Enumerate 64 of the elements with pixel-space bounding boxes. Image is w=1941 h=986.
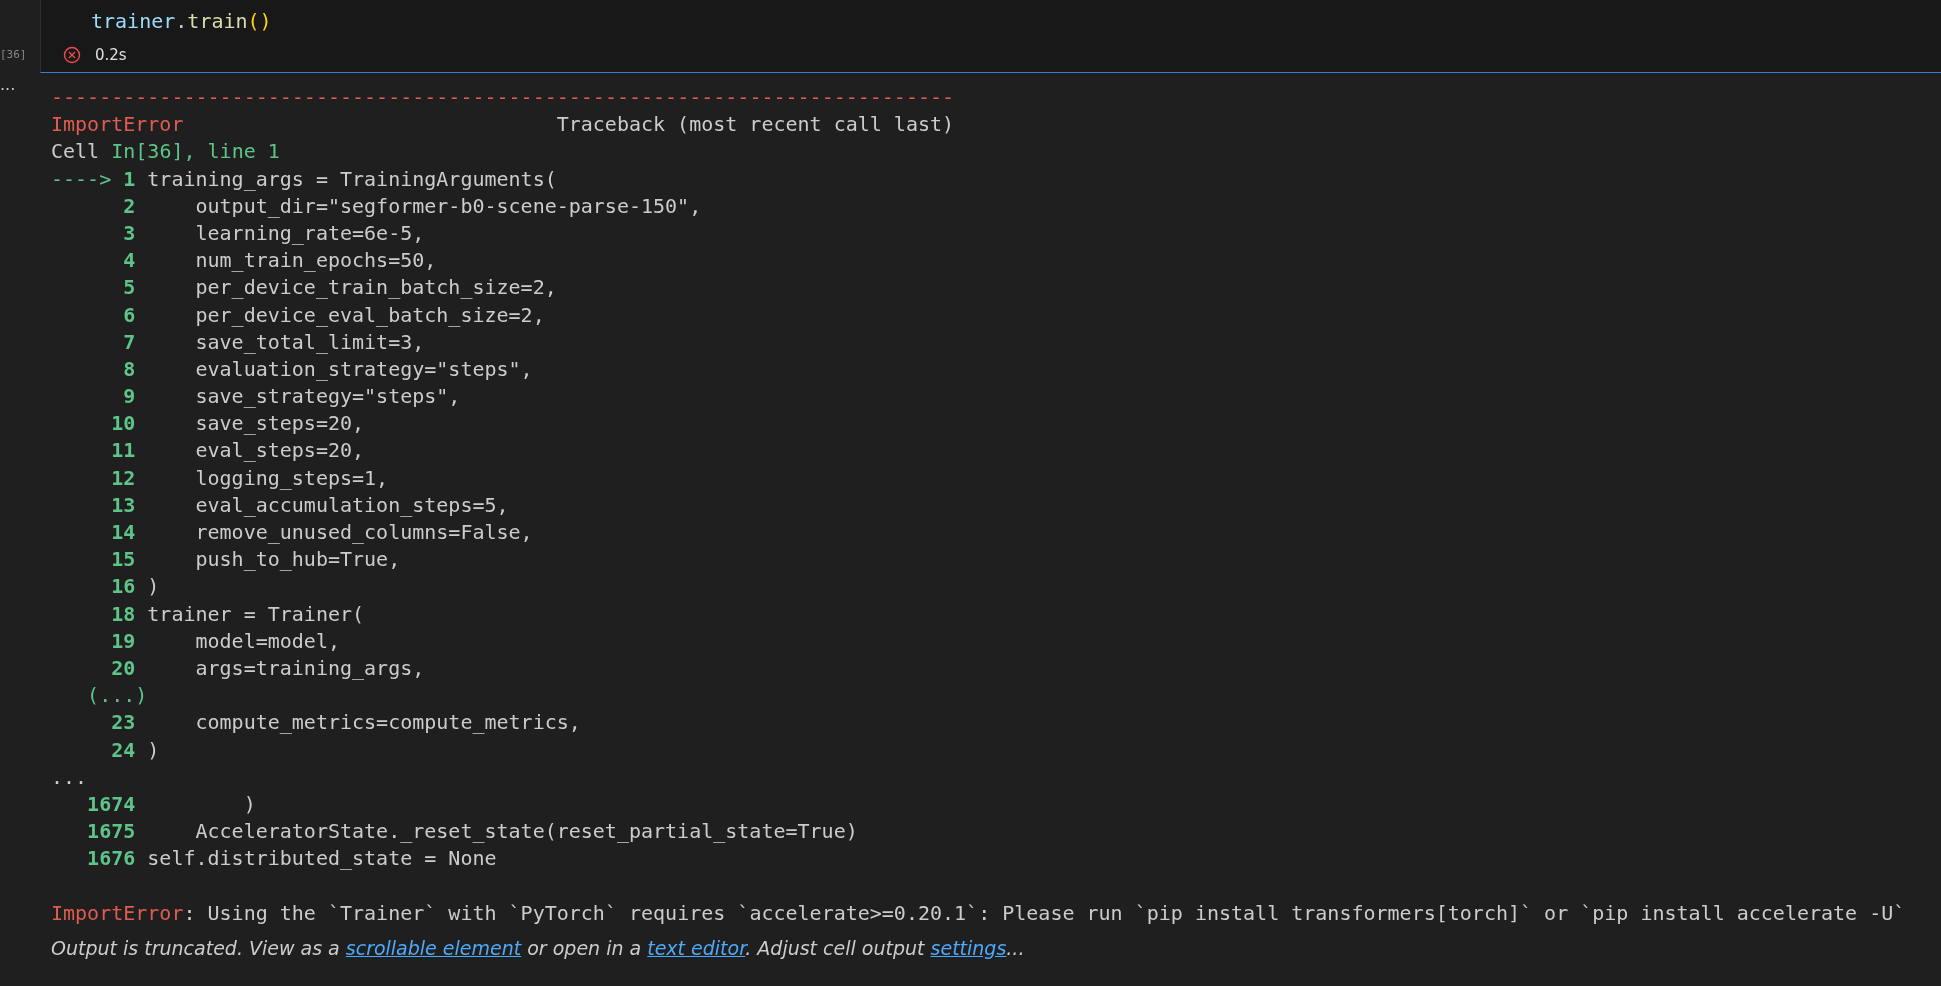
code-text: push_to_hub=True,: [194, 546, 401, 574]
code-text: remove_unused_columns=False,: [194, 519, 533, 546]
line-number: 5: [123, 274, 136, 302]
code-text: self.distributed_state = None: [147, 845, 497, 873]
skipped-lines: (...): [87, 682, 148, 710]
line-number: 23: [111, 709, 136, 737]
line-number: 6: [123, 301, 136, 329]
traceback-title: Traceback (most recent call last): [556, 111, 955, 139]
line-number: 1: [123, 165, 136, 193]
line-number: 10: [111, 410, 136, 438]
code-text: ): [147, 573, 160, 601]
current-line-arrow: ---->: [51, 165, 112, 193]
line-number: 9: [123, 383, 136, 411]
line-number: 24: [111, 736, 136, 764]
line-number: 19: [111, 627, 136, 655]
truncation-notice: Output is truncated. View as a scrollable element or open in a text editor. Adjust cell output settings...: [51, 935, 1026, 961]
error-name: ImportError: [51, 111, 184, 139]
code-text: learning_rate=6e-5,: [194, 219, 425, 247]
line-number: 14: [111, 519, 136, 546]
line-number: 20: [111, 654, 136, 682]
separator-rule: ---------------------------------------------------------------------------: [51, 84, 955, 111]
code-text: save_strategy="steps",: [194, 383, 461, 411]
line-number: 12: [111, 464, 136, 492]
code-text: ): [242, 790, 256, 818]
duration: 0.2s: [95, 46, 127, 64]
code-text: per_device_eval_batch_size=2,: [194, 301, 545, 329]
line-number: 3: [123, 219, 136, 247]
code-text: model=model,: [194, 627, 340, 655]
code-text: num_train_epochs=50,: [194, 247, 437, 275]
code-text: AcceleratorState._reset_state(reset_partial_state=True): [194, 818, 858, 846]
line-number: 4: [123, 247, 136, 275]
line-number: 13: [111, 491, 136, 519]
code-text: evaluation_strategy="steps",: [194, 355, 533, 383]
code-line: trainer.train(): [91, 9, 272, 33]
line-number: 1674: [87, 790, 136, 818]
line-number: 7: [123, 328, 136, 356]
code-text: eval_steps=20,: [194, 437, 365, 465]
link[interactable]: scrollable element: [345, 936, 522, 959]
line-number: 8: [123, 355, 136, 383]
code-text: compute_metrics=compute_metrics,: [194, 709, 581, 737]
line-number: 11: [111, 437, 136, 465]
code-text: save_total_limit=3,: [194, 328, 425, 356]
code-text: training_args = TrainingArguments(: [147, 165, 557, 193]
cell-location: Cell In[36], line 1: [51, 138, 280, 166]
more-actions-button[interactable]: ...: [0, 75, 16, 95]
code-text: eval_accumulation_steps=5,: [194, 491, 509, 519]
code-text: output_dir="segformer-b0-scene-parse-150",: [194, 192, 702, 220]
code-text: save_steps=20,: [194, 410, 365, 438]
code-text: trainer = Trainer(: [147, 600, 365, 628]
link[interactable]: text editor: [647, 936, 746, 959]
code-text: ): [147, 736, 160, 764]
code-text: logging_steps=1,: [194, 464, 389, 492]
line-number: 1676: [87, 845, 136, 873]
ellipsis-text: ...: [51, 763, 88, 791]
execution-count: [36]: [0, 48, 27, 61]
line-number: 15: [111, 546, 136, 574]
line-number: 1675: [87, 818, 136, 846]
code-text: per_device_train_batch_size=2,: [194, 274, 557, 302]
line-number: 18: [111, 600, 136, 628]
error-message: ImportError: Using the `Trainer` with `PyTorch` requires `accelerate>=0.20.1`: Please run `pip install transformers[torch]` or `pip install accelerate -U`: [51, 899, 1906, 927]
line-number: 16: [111, 573, 136, 601]
line-number: 2: [123, 192, 136, 220]
code-text: args=training_args,: [194, 654, 425, 682]
link[interactable]: settings: [930, 936, 1007, 959]
